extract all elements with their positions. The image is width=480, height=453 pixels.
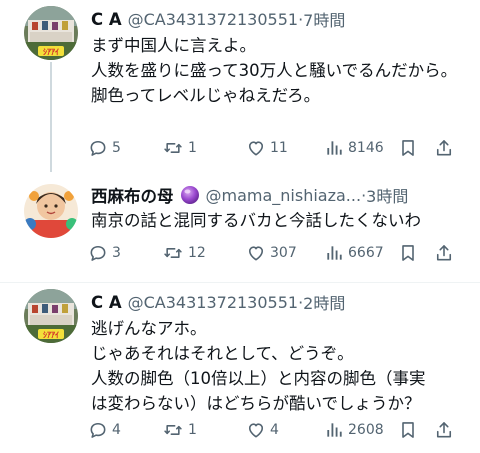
views-count: 2608 (348, 422, 384, 438)
display-name[interactable]: C A (91, 10, 122, 29)
retweet-count: 1 (188, 140, 197, 156)
tweet-header: 西麻布の母 @mama_nishiaza... · 3時間 (91, 182, 470, 208)
views-icon (327, 246, 342, 260)
reply-count: 4 (112, 422, 121, 438)
timestamp[interactable]: 2時間 (303, 290, 345, 314)
like-button[interactable]: 307 (246, 240, 297, 266)
tweet-text-line: 逃げんなアホ。 (91, 319, 207, 338)
reply-count: 3 (112, 245, 121, 261)
timestamp[interactable]: 7時間 (303, 7, 345, 31)
avatar[interactable]: ｼｱｱｲ (24, 289, 78, 343)
bookmark-button[interactable] (398, 417, 418, 443)
like-count: 4 (270, 422, 279, 438)
heart-icon (248, 141, 264, 156)
like-button[interactable]: 4 (246, 417, 279, 443)
retweet-count: 12 (188, 245, 206, 261)
tweet-text-line: 人数を盛りに盛って30万人と騒いでるんだから。 (91, 61, 458, 80)
retweet-count: 1 (188, 422, 197, 438)
tweet-text: 逃げんなアホ。 じゃあそれはそれとして、どうぞ。 人数の脚色（10倍以上）と内容… (91, 316, 472, 416)
tweet-text-line: は変わらない）はどちらが酷いでしょうか？ (91, 394, 421, 413)
tweet-3[interactable]: ｼｱｱｲ C A @CA3431372130551 · 2時間 逃げんなアホ。 … (0, 283, 480, 453)
tweet-1[interactable]: ｼｱｱｲ C A @CA3431372130551 · 7時間 まず中国人に言え… (0, 0, 480, 172)
views-icon (327, 141, 342, 155)
tweet-text-line: まず中国人に言えよ。 (91, 36, 256, 55)
tweet-text: まず中国人に言えよ。 人数を盛りに盛って30万人と騒いでるんだから。 脚色ってレ… (91, 33, 472, 108)
like-count: 307 (270, 245, 297, 261)
reply-count: 5 (112, 140, 121, 156)
retweet-icon (164, 143, 182, 153)
tweet-header: C A @CA3431372130551 · 2時間 (91, 289, 470, 315)
bookmark-icon (402, 422, 414, 438)
share-icon (436, 140, 452, 156)
views-count: 8146 (348, 140, 384, 156)
timeline: ｼｱｱｲ C A @CA3431372130551 · 7時間 まず中国人に言え… (0, 0, 480, 453)
avatar[interactable] (24, 184, 78, 238)
bookmark-icon (402, 245, 414, 261)
share-icon (436, 245, 452, 261)
user-handle[interactable]: @mama_nishiaza... (206, 186, 362, 205)
like-button[interactable]: 11 (246, 135, 288, 161)
tweet-text-line: じゃあそれはそれとして、どうぞ。 (91, 344, 354, 363)
retweet-icon (164, 425, 182, 435)
retweet-button[interactable]: 12 (162, 240, 206, 266)
heart-icon (248, 423, 264, 438)
retweet-button[interactable]: 1 (162, 417, 197, 443)
tweet-2[interactable]: 西麻布の母 @mama_nishiaza... · 3時間 南京の話と混同するバ… (0, 172, 480, 282)
tweet-text-line: 脚色ってレベルじゃねえだろ。 (91, 86, 321, 105)
purple-circle-icon (180, 186, 199, 204)
tweet-header: C A @CA3431372130551 · 7時間 (91, 6, 470, 32)
svg-text:ｼｱｱｲ: ｼｱｱｲ (43, 48, 59, 57)
like-count: 11 (270, 140, 288, 156)
svg-text:ｼｱｱｲ: ｼｱｱｲ (43, 331, 59, 340)
share-button[interactable] (434, 417, 454, 443)
share-icon (436, 422, 452, 438)
share-button[interactable] (434, 135, 454, 161)
bookmark-button[interactable] (398, 240, 418, 266)
views-button[interactable]: 8146 (324, 135, 384, 161)
heart-icon (248, 246, 264, 261)
reply-button[interactable]: 5 (88, 135, 121, 161)
retweet-button[interactable]: 1 (162, 135, 197, 161)
timestamp[interactable]: 3時間 (366, 183, 408, 207)
bookmark-button[interactable] (398, 135, 418, 161)
reply-button[interactable]: 4 (88, 417, 121, 443)
views-button[interactable]: 6667 (324, 240, 384, 266)
reply-button[interactable]: 3 (88, 240, 121, 266)
avatar[interactable]: ｼｱｱｲ (24, 6, 78, 60)
bookmark-icon (402, 140, 414, 156)
display-name[interactable]: C A (91, 293, 122, 312)
retweet-icon (164, 248, 182, 258)
action-bar: 3 12 307 6667 (88, 240, 458, 266)
thread-line (50, 62, 52, 172)
user-handle[interactable]: @CA3431372130551 (128, 10, 298, 29)
tweet-text-line: 人数の脚色（10倍以上）と内容の脚色（事実 (91, 369, 426, 388)
views-button[interactable]: 2608 (324, 417, 384, 443)
reply-icon (90, 140, 106, 156)
action-bar: 5 1 11 8146 (88, 135, 458, 161)
views-count: 6667 (348, 245, 384, 261)
views-icon (327, 423, 342, 437)
reply-icon (90, 422, 106, 438)
display-name[interactable]: 西麻布の母 (91, 183, 174, 207)
share-button[interactable] (434, 240, 454, 266)
user-handle[interactable]: @CA3431372130551 (128, 293, 298, 312)
action-bar: 4 1 4 2608 (88, 417, 458, 443)
tweet-text: 南京の話と混同するバカと今話したくないわ (91, 208, 472, 233)
reply-icon (90, 245, 106, 261)
tweet-text-line: 南京の話と混同するバカと今話したくないわ (91, 211, 421, 230)
